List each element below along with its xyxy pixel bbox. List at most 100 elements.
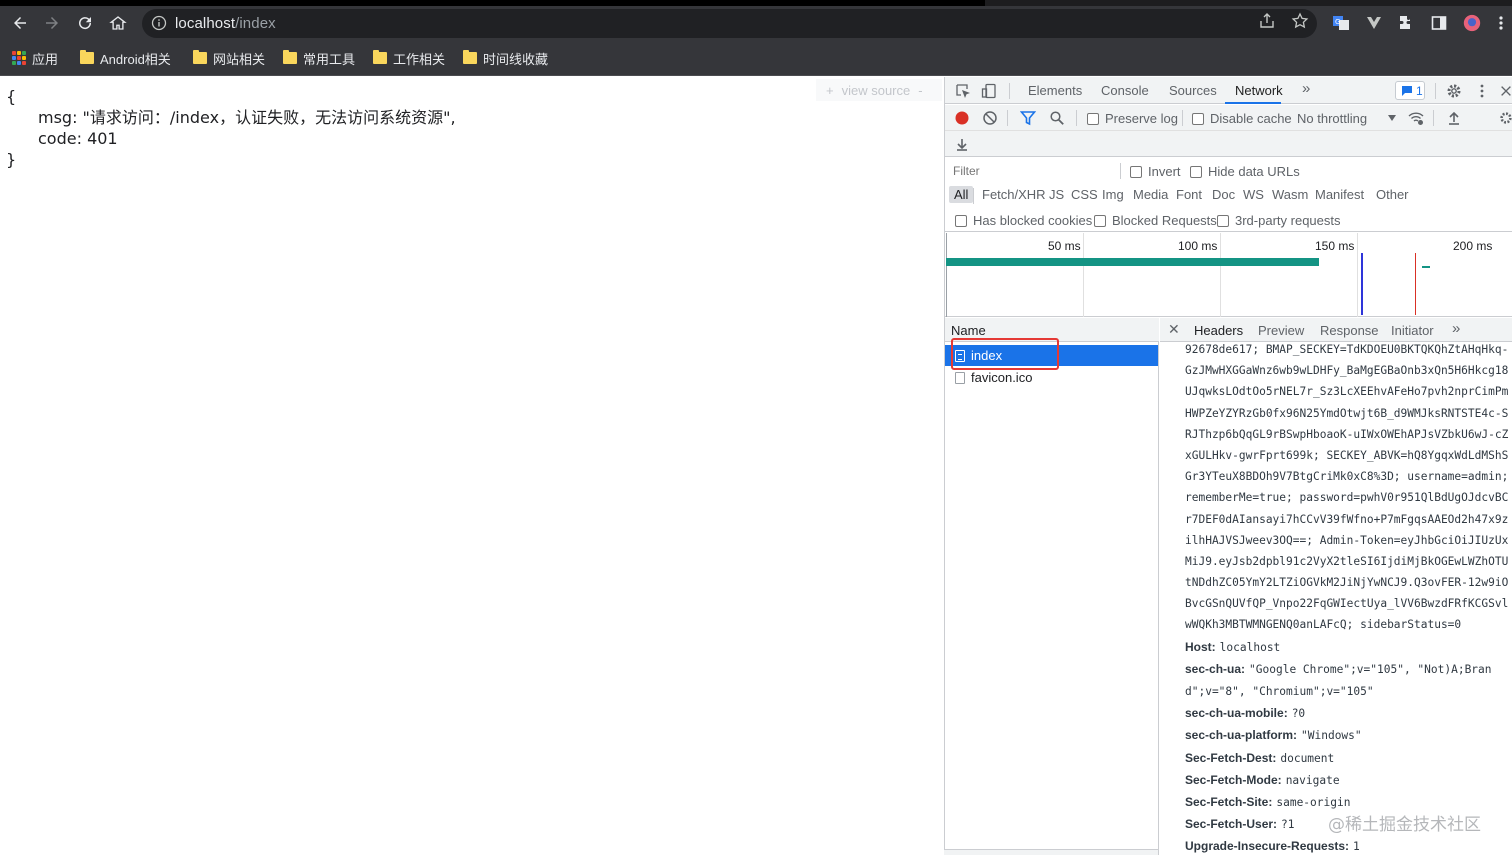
throttling-select[interactable]: No throttling [1297,111,1367,126]
more-tabs-chevron-icon[interactable]: » [1452,320,1460,337]
type-doc[interactable]: Doc [1212,187,1235,202]
type-js[interactable]: JS [1049,187,1064,202]
browser-toolbar: localhost/index G [0,6,1512,40]
type-wasm[interactable]: Wasm [1272,187,1308,202]
checkbox-box[interactable] [1192,112,1204,125]
forward-arrow-icon[interactable] [40,11,64,35]
cookie-line: BvcGSnQUVfQP_Vnpo22FqGWIectUya_lVV6BwzdF… [1185,597,1509,611]
chrome-menu-icon[interactable] [1494,11,1508,35]
checkbox-box[interactable] [1217,214,1229,227]
blocked-filters: Has blocked cookies Blocked Requests 3rd… [945,208,1512,232]
checkbox-box[interactable] [1087,112,1099,125]
cookie-line: xGULHkv-gwrFprt699k; SECKEY_ABVK=hQ8Ygqx… [1185,448,1509,462]
type-fetch-xhr[interactable]: Fetch/XHR [982,187,1046,202]
tab-separator [1009,83,1010,99]
network-timeline-overview[interactable]: 50 ms 100 ms 150 ms 200 ms [945,233,1512,317]
folder-icon [283,50,297,64]
message-icon [1402,85,1412,96]
has-blocked-cookies-checkbox[interactable]: Has blocked cookies [955,213,1092,228]
search-icon[interactable] [1048,109,1066,127]
more-tabs-chevron-icon[interactable]: » [1302,80,1310,97]
type-other[interactable]: Other [1376,187,1409,202]
type-manifest[interactable]: Manifest [1315,187,1364,202]
toolbar-separator [1182,110,1183,126]
view-source-button[interactable]: + view source - [816,79,942,101]
blocked-requests-checkbox[interactable]: Blocked Requests [1094,213,1217,228]
devtools-menu-icon[interactable] [1473,82,1491,100]
tab-headers[interactable]: Headers [1194,323,1243,338]
tab-preview[interactable]: Preview [1258,323,1304,338]
checkbox-box[interactable] [955,214,967,227]
view-source-label: view source [841,82,911,98]
bookmark-star-icon[interactable] [1291,12,1309,30]
home-icon[interactable] [106,11,130,35]
network-conditions-wifi-icon[interactable] [1407,109,1425,127]
close-devtools-icon[interactable] [1499,82,1512,100]
preserve-log-checkbox[interactable]: Preserve log [1087,111,1178,126]
checkbox-label: Disable cache [1210,111,1292,126]
chevron-down-icon[interactable] [1388,115,1396,121]
type-media[interactable]: Media [1133,187,1168,202]
bookmark-label: 工作相关 [393,51,446,67]
checkbox-box[interactable] [1130,165,1142,178]
bookmark-websites[interactable]: 网站相关 [193,49,265,67]
bookmark-tools[interactable]: 常用工具 [283,49,355,67]
reload-icon[interactable] [73,11,97,35]
translate-icon[interactable]: G [1329,11,1353,35]
type-css[interactable]: CSS [1071,187,1098,202]
device-toolbar-icon[interactable] [980,82,998,100]
tab-network[interactable]: Network [1235,83,1283,98]
bookmark-timeline[interactable]: 时间线收藏 [463,49,548,67]
filter-input[interactable] [949,161,1117,181]
extensions-puzzle-icon[interactable] [1394,11,1418,35]
json-msg: msg: "请求访问：/index，认证失败，无法访问系统资源", [38,108,456,127]
disable-cache-checkbox[interactable]: Disable cache [1192,111,1292,126]
profile-avatar[interactable] [1460,11,1484,35]
issues-badge[interactable]: 1 [1395,81,1425,100]
close-details-icon[interactable]: ✕ [1168,321,1180,338]
devtools-tabbar: Elements Console Sources Network » 1 [945,77,1512,104]
import-har-upload-icon[interactable] [1445,109,1463,127]
checkbox-box[interactable] [1094,214,1106,227]
timeline-tick [1357,233,1358,317]
network-settings-gear-icon[interactable] [1499,109,1512,127]
back-arrow-icon[interactable] [8,11,32,35]
header-value: "Windows" [1301,729,1362,743]
tab-sources[interactable]: Sources [1169,83,1217,98]
checkbox-box[interactable] [1190,165,1202,178]
export-har-download-icon[interactable] [953,135,971,153]
tab-response[interactable]: Response [1320,323,1379,338]
hide-data-urls-checkbox[interactable]: Hide data URLs [1190,164,1300,179]
type-font[interactable]: Font [1176,187,1202,202]
settings-gear-icon[interactable] [1445,82,1463,100]
info-icon[interactable] [151,15,167,31]
active-tab-indicator [1225,102,1281,104]
cookie-line: r7DEF0dAIansayi7hCCvV39fWfno+P7mFgqsAAEO… [1185,512,1509,526]
clear-icon[interactable] [981,109,999,127]
header-key: Sec-Fetch-Dest: [1185,750,1277,765]
type-img[interactable]: Img [1102,187,1124,202]
third-party-requests-checkbox[interactable]: 3rd-party requests [1217,213,1341,228]
bookmark-work[interactable]: 工作相关 [373,49,445,67]
inspect-element-icon[interactable] [954,82,972,100]
record-stop-icon[interactable] [953,109,971,127]
url-text[interactable]: localhost/index [175,15,276,32]
annotation-highlight-box [951,338,1059,370]
header-row: Sec-Fetch-Mode: navigate [1185,769,1512,791]
address-bar[interactable]: localhost/index [142,9,1317,38]
request-details: ✕ Headers Preview Response Initiator » 9… [1160,318,1512,855]
filter-funnel-icon[interactable] [1019,109,1037,127]
invert-checkbox[interactable]: Invert [1130,164,1181,179]
side-panel-icon[interactable] [1427,11,1451,35]
type-all[interactable]: All [949,186,974,203]
bookmark-android[interactable]: Android相关 [80,49,171,67]
tab-initiator[interactable]: Initiator [1391,323,1434,338]
vue-devtools-icon[interactable] [1362,11,1386,35]
share-icon[interactable] [1258,12,1276,30]
tab-console[interactable]: Console [1101,83,1149,98]
type-ws[interactable]: WS [1243,187,1264,202]
request-row-favicon[interactable]: favicon.ico [945,367,1158,388]
cookie-line: Gr3YTeuX8BDOh9V7BtgCriMk0xC8%3D; usernam… [1185,470,1509,484]
tab-elements[interactable]: Elements [1028,83,1082,98]
bookmark-apps[interactable]: 应用 [12,49,58,67]
